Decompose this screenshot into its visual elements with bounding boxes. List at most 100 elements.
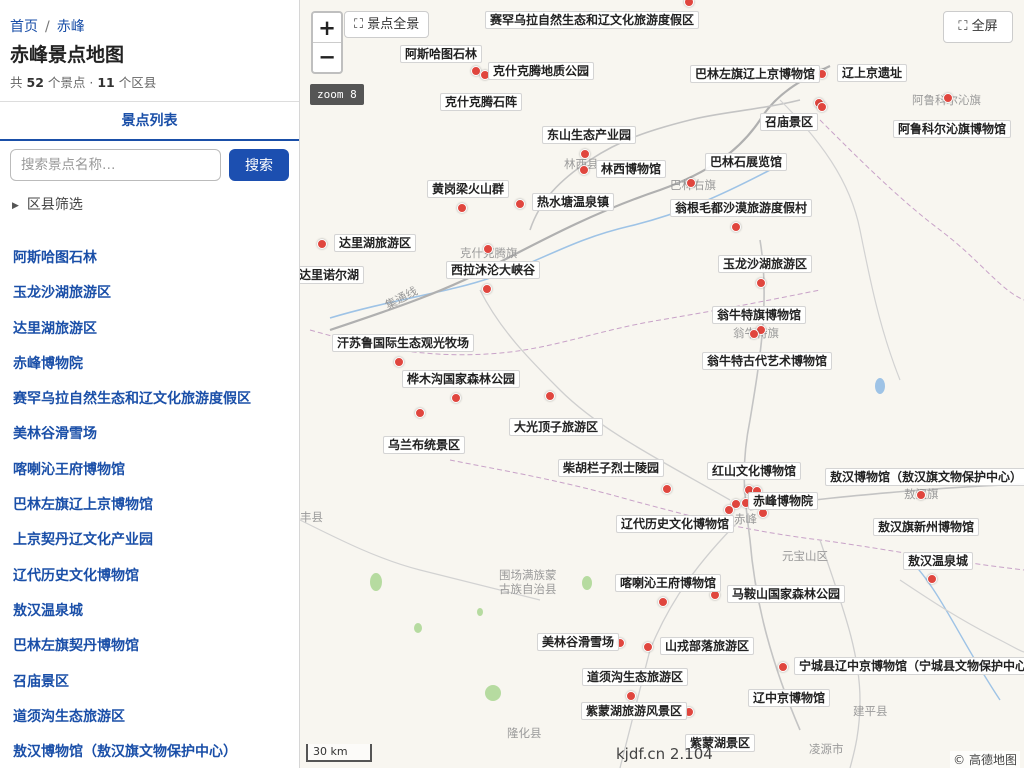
poi-label[interactable]: 辽代历史文化博物馆 — [616, 515, 735, 533]
breadcrumb-separator: / — [45, 19, 50, 35]
poi-marker[interactable] — [662, 484, 672, 494]
poi-label[interactable]: 克什克腾石阵 — [440, 93, 523, 111]
poi-marker[interactable] — [724, 505, 734, 515]
poi-marker[interactable] — [580, 149, 590, 159]
zoom-out-button[interactable]: − — [313, 42, 341, 71]
poi-label[interactable]: 巴林石展览馆 — [705, 153, 788, 171]
poi-marker[interactable] — [317, 239, 327, 249]
spot-list-item[interactable]: 喀喇沁王府博物馆 — [13, 453, 251, 488]
poi-label[interactable]: 东山生态产业园 — [542, 126, 637, 144]
poi-marker[interactable] — [483, 244, 493, 254]
poi-marker[interactable] — [658, 597, 668, 607]
spot-list-item[interactable]: 敖汉温泉城 — [13, 594, 251, 629]
spot-list-item[interactable]: 达里湖旅游区 — [13, 312, 251, 347]
road — [899, 579, 1024, 653]
poi-marker[interactable] — [731, 222, 741, 232]
poi-label[interactable]: 辽上京遗址 — [837, 64, 908, 82]
poi-label[interactable]: 大光顶子旅游区 — [509, 418, 604, 436]
poi-label[interactable]: 宁城县辽中京博物馆（宁城县文物保护中心） — [794, 657, 1024, 675]
poi-marker[interactable] — [451, 393, 461, 403]
district-count: 11 — [97, 75, 115, 90]
poi-marker[interactable] — [943, 93, 953, 103]
poi-label[interactable]: 喀喇沁王府博物馆 — [615, 574, 722, 592]
spot-list-item[interactable]: 巴林左旗契丹博物馆 — [13, 629, 251, 664]
map-view[interactable]: 阿鲁科尔沁旗 巴林右旗 林西县 克什克腾旗 翁牛特旗 敖汉旗 元宝山区 围场满族… — [300, 0, 1024, 768]
page-title: 赤峰景点地图 — [10, 44, 125, 66]
poi-label[interactable]: 敖汉旗新州博物馆 — [873, 518, 980, 536]
breadcrumb-current-link[interactable]: 赤峰 — [57, 19, 85, 35]
district-filter-label: 区县筛选 — [26, 197, 83, 213]
poi-label[interactable]: 敖汉博物馆（敖汉旗文物保护中心） — [825, 468, 1024, 486]
poi-marker[interactable] — [515, 199, 525, 209]
poi-label[interactable]: 克什克腾地质公园 — [488, 62, 595, 80]
poi-marker[interactable] — [643, 642, 653, 652]
poi-marker[interactable] — [394, 357, 404, 367]
poi-label[interactable]: 热水塘温泉镇 — [532, 193, 615, 211]
zoom-in-button[interactable]: + — [313, 13, 341, 42]
poi-label[interactable]: 紫蒙湖旅游风景区 — [581, 702, 688, 720]
green-area — [582, 576, 592, 590]
poi-label[interactable]: 汗苏鲁国际生态观光牧场 — [332, 334, 475, 352]
poi-label[interactable]: 辽中京博物馆 — [748, 689, 831, 707]
tab-spot-list[interactable]: 景点列表 — [0, 101, 299, 141]
poi-label[interactable]: 桦木沟国家森林公园 — [402, 370, 521, 388]
search-input[interactable] — [10, 149, 221, 181]
breadcrumb-home-link[interactable]: 首页 — [10, 19, 38, 35]
map-attribution[interactable]: © 高德地图 — [950, 751, 1020, 768]
search-button[interactable]: 搜索 — [229, 149, 289, 181]
summary-prefix: 共 — [10, 75, 23, 90]
poi-marker[interactable] — [457, 203, 467, 213]
fullscreen-button[interactable]: ⛶ 全屏 — [943, 11, 1013, 43]
poi-marker[interactable] — [579, 165, 589, 175]
watermark-text: kjdf.cn 2.104 — [616, 745, 713, 763]
poi-label[interactable]: 马鞍山国家森林公园 — [727, 585, 846, 603]
poi-label[interactable]: 阿鲁科尔沁旗博物馆 — [893, 120, 1012, 138]
poi-marker[interactable] — [778, 662, 788, 672]
poi-marker[interactable] — [686, 178, 696, 188]
poi-marker[interactable] — [415, 408, 425, 418]
poi-label[interactable]: 红山文化博物馆 — [707, 462, 802, 480]
poi-label[interactable]: 美林谷滑雪场 — [537, 633, 620, 651]
poi-marker[interactable] — [916, 490, 926, 500]
spot-list-item[interactable]: 阿斯哈图石林 — [13, 241, 251, 276]
district-filter-toggle[interactable]: ▶ 区县筛选 — [12, 194, 83, 214]
poi-marker[interactable] — [927, 574, 937, 584]
poi-label[interactable]: 山戎部落旅游区 — [660, 637, 755, 655]
poi-label[interactable]: 翁牛特古代艺术博物馆 — [702, 352, 833, 370]
poi-label[interactable]: 西拉沐沦大峡谷 — [446, 261, 541, 279]
poi-marker[interactable] — [626, 691, 636, 701]
poi-label[interactable]: 达里诺尔湖 — [300, 266, 365, 284]
spot-list-item[interactable]: 美林谷滑雪场 — [13, 417, 251, 452]
spot-list-item[interactable]: 道须沟生态旅游区 — [13, 700, 251, 735]
poi-label[interactable]: 玉龙沙湖旅游区 — [718, 255, 813, 273]
poi-label[interactable]: 达里湖旅游区 — [334, 234, 417, 252]
poi-label[interactable]: 柴胡栏子烈士陵园 — [558, 459, 665, 477]
poi-marker[interactable] — [756, 278, 766, 288]
poi-label[interactable]: 道须沟生态旅游区 — [582, 668, 689, 686]
poi-label[interactable]: 黄岗梁火山群 — [427, 180, 510, 198]
spot-list-item[interactable]: 赛罕乌拉自然生态和辽文化旅游度假区 — [13, 382, 251, 417]
spot-list-item[interactable]: 辽代历史文化博物馆 — [13, 559, 251, 594]
poi-label[interactable]: 赛罕乌拉自然生态和辽文化旅游度假区 — [485, 11, 700, 29]
spot-list-item[interactable]: 上京契丹辽文化产业园 — [13, 523, 251, 558]
poi-marker[interactable] — [482, 284, 492, 294]
poi-label[interactable]: 乌兰布统景区 — [383, 436, 466, 454]
poi-label[interactable]: 翁牛特旗博物馆 — [712, 306, 807, 324]
spot-list-item[interactable]: 敖汉博物馆（敖汉旗文物保护中心） — [13, 735, 251, 768]
spot-list-item[interactable]: 玉龙沙湖旅游区 — [13, 276, 251, 311]
poi-label[interactable]: 翁根毛都沙漠旅游度假村 — [670, 199, 813, 217]
poi-label[interactable]: 赤峰博物院 — [748, 492, 819, 510]
poi-label[interactable]: 林西博物馆 — [596, 160, 667, 178]
spot-list-item[interactable]: 赤峰博物院 — [13, 347, 251, 382]
poi-marker[interactable] — [545, 391, 555, 401]
poi-label[interactable]: 召庙景区 — [760, 113, 819, 131]
poi-label[interactable]: 敖汉温泉城 — [903, 552, 974, 570]
spot-list-item[interactable]: 巴林左旗辽上京博物馆 — [13, 488, 251, 523]
green-area — [477, 608, 483, 616]
poi-label[interactable]: 巴林左旗辽上京博物馆 — [690, 65, 821, 83]
overview-button[interactable]: ⛶ 景点全景 — [344, 11, 430, 38]
poi-label[interactable]: 阿斯哈图石林 — [400, 45, 483, 63]
poi-marker[interactable] — [817, 102, 827, 112]
spot-list-item[interactable]: 召庙景区 — [13, 665, 251, 700]
poi-marker[interactable] — [749, 329, 759, 339]
